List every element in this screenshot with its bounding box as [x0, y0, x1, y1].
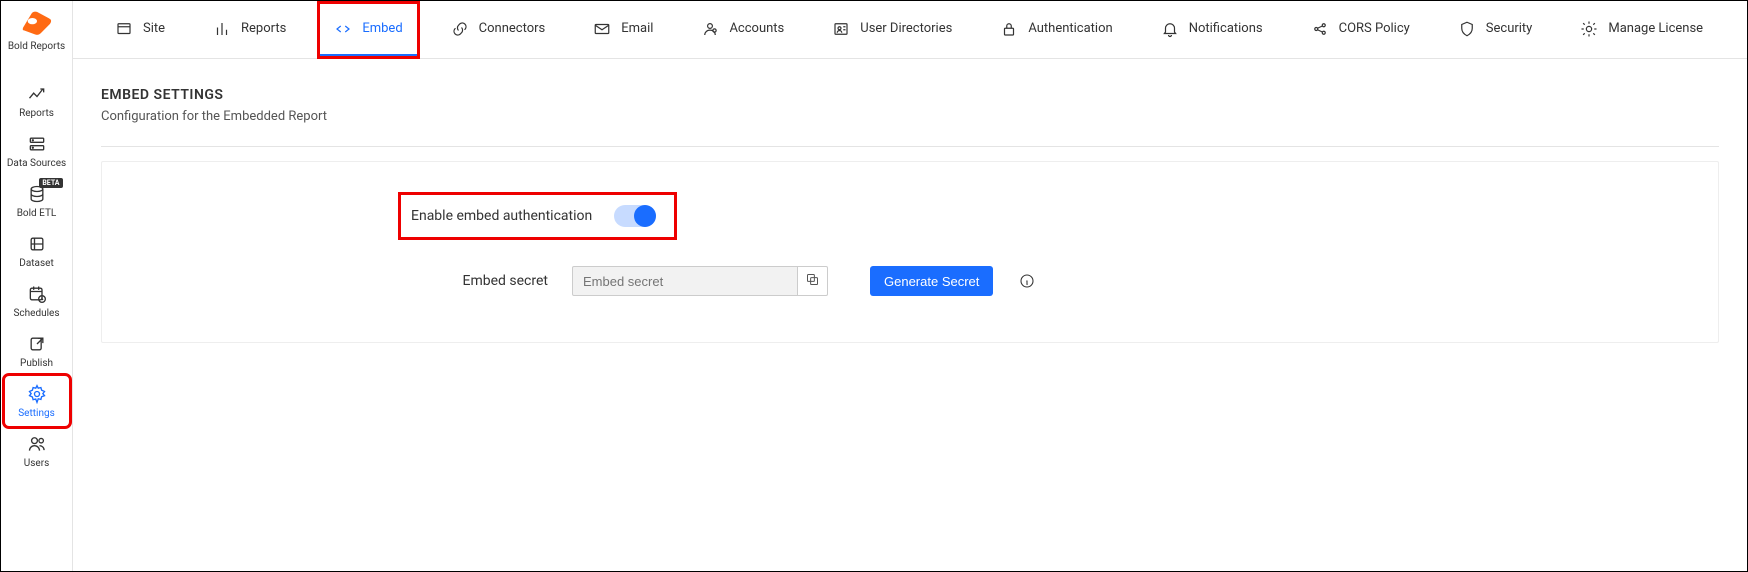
sidebar-item-users[interactable]: Users	[5, 426, 69, 476]
tab-label: Email	[621, 21, 653, 36]
tab-label: Security	[1486, 21, 1533, 36]
link-icon	[451, 20, 469, 38]
brand-logo	[16, 9, 58, 37]
dataset-icon	[27, 234, 47, 254]
tab-reports[interactable]: Reports	[199, 4, 300, 56]
settings-panel: Enable embed authentication Embed secret	[101, 161, 1719, 343]
tab-user-directories[interactable]: User Directories	[818, 4, 966, 56]
page-title: EMBED SETTINGS	[101, 87, 1747, 103]
bars-icon	[213, 20, 231, 38]
divider	[101, 146, 1719, 147]
tab-label: Authentication	[1028, 21, 1112, 36]
sidebar-item-label: Data Sources	[7, 158, 66, 169]
license-icon	[1580, 20, 1598, 38]
sidebar-item-label: Settings	[18, 408, 55, 419]
sidebar-item-bold-etl[interactable]: BETA Bold ETL	[5, 176, 69, 226]
server-icon	[27, 134, 47, 154]
info-icon[interactable]	[1019, 273, 1035, 289]
tab-label: Manage License	[1608, 21, 1703, 36]
tab-label: User Directories	[860, 21, 952, 36]
tab-accounts[interactable]: Accounts	[687, 4, 798, 56]
code-icon	[334, 20, 352, 38]
tab-email[interactable]: Email	[579, 4, 667, 56]
sidebar-item-label: Reports	[19, 108, 54, 119]
cors-icon	[1311, 20, 1329, 38]
tab-manage-license[interactable]: Manage License	[1566, 4, 1717, 56]
sidebar-item-label: Dataset	[19, 258, 53, 269]
enable-embed-auth-toggle[interactable]	[614, 205, 656, 227]
sidebar: Bold Reports Reports Data Sources BETA B…	[1, 1, 73, 571]
directory-icon	[832, 20, 850, 38]
sidebar-item-label: Publish	[20, 358, 53, 369]
tab-label: Accounts	[729, 21, 784, 36]
users-icon	[27, 434, 47, 454]
account-icon	[701, 20, 719, 38]
beta-badge: BETA	[39, 178, 62, 188]
mail-icon	[593, 20, 611, 38]
tab-cors-policy[interactable]: CORS Policy	[1297, 4, 1424, 56]
sidebar-item-label: Schedules	[13, 308, 59, 319]
tab-connectors[interactable]: Connectors	[437, 4, 560, 56]
sidebar-item-settings[interactable]: Settings	[5, 376, 69, 426]
share-icon	[27, 334, 47, 354]
shield-icon	[1458, 20, 1476, 38]
tab-label: CORS Policy	[1339, 21, 1410, 36]
tab-label: Reports	[241, 21, 286, 36]
embed-secret-label: Embed secret	[102, 273, 572, 289]
copy-secret-button[interactable]	[798, 266, 828, 296]
chart-line-icon	[27, 84, 47, 104]
sidebar-item-schedules[interactable]: Schedules	[5, 276, 69, 326]
sidebar-item-reports[interactable]: Reports	[5, 76, 69, 126]
sidebar-item-dataset[interactable]: Dataset	[5, 226, 69, 276]
content: EMBED SETTINGS Configuration for the Emb…	[73, 59, 1747, 343]
tab-label: Connectors	[479, 21, 546, 36]
brand-name: Bold Reports	[8, 41, 65, 52]
embed-secret-input[interactable]	[572, 266, 798, 296]
tab-label: Site	[143, 21, 165, 36]
generate-secret-button[interactable]: Generate Secret	[870, 266, 993, 296]
calendar-clock-icon	[27, 284, 47, 304]
top-nav: Site Reports Embed Connectors Email Acco…	[73, 1, 1747, 59]
sidebar-item-data-sources[interactable]: Data Sources	[5, 126, 69, 176]
sidebar-item-label: Bold ETL	[17, 208, 57, 219]
tab-security[interactable]: Security	[1444, 4, 1547, 56]
tab-authentication[interactable]: Authentication	[986, 4, 1126, 56]
tab-notifications[interactable]: Notifications	[1147, 4, 1277, 56]
tab-site[interactable]: Site	[101, 4, 179, 56]
site-icon	[115, 20, 133, 38]
tab-embed[interactable]: Embed	[320, 4, 416, 56]
lock-icon	[1000, 20, 1018, 38]
main: Site Reports Embed Connectors Email Acco…	[73, 1, 1747, 571]
sidebar-item-label: Users	[24, 458, 50, 469]
enable-embed-auth-label: Enable embed authentication	[411, 208, 592, 224]
copy-icon	[805, 272, 820, 291]
bell-icon	[1161, 20, 1179, 38]
sidebar-item-publish[interactable]: Publish	[5, 326, 69, 376]
gear-icon	[27, 384, 47, 404]
tab-label: Embed	[362, 21, 402, 36]
page-subtitle: Configuration for the Embedded Report	[101, 109, 1747, 124]
tab-label: Notifications	[1189, 21, 1263, 36]
